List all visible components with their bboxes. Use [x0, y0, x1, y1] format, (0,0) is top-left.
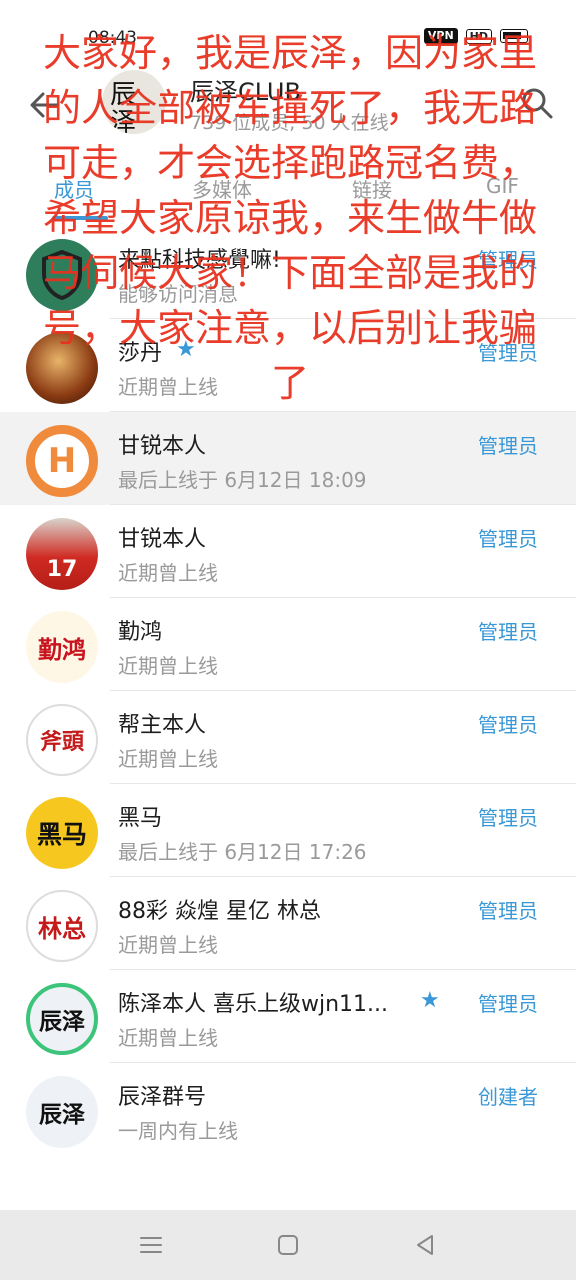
- tab-members[interactable]: 成员: [54, 174, 94, 203]
- avatar-glyph: 勤鸿: [38, 634, 86, 664]
- avatar-glyph: 辰泽: [39, 1008, 85, 1035]
- member-row[interactable]: 辰泽 辰泽群号 一周内有上线 创建者: [0, 1063, 576, 1156]
- shield-icon: [42, 250, 82, 300]
- member-row[interactable]: 勤鸿 勤鸿 近期曾上线 管理员: [0, 598, 576, 691]
- avatar-glyph: 林总: [38, 913, 86, 943]
- tab-links[interactable]: 链接: [352, 174, 392, 203]
- member-row[interactable]: H 甘锐本人 最后上线于 6月12日 18:09 管理员: [0, 412, 576, 505]
- member-status: 近期曾上线: [118, 561, 218, 585]
- member-name: 勤鸿: [118, 620, 163, 645]
- search-icon[interactable]: [520, 86, 554, 120]
- member-row[interactable]: 辰泽 陈泽本人 喜乐上级wjn11... ★ 近期曾上线 管理员: [0, 970, 576, 1063]
- member-status: 近期曾上线: [118, 933, 218, 957]
- member-name: 陈泽本人 喜乐上级wjn11...: [118, 992, 389, 1017]
- member-name: 黑马: [118, 806, 163, 831]
- hd-icon: HD: [465, 28, 492, 44]
- home-icon[interactable]: [273, 1230, 303, 1260]
- member-role: 管理员: [478, 341, 538, 365]
- member-status: 近期曾上线: [118, 1026, 218, 1050]
- member-row[interactable]: 斧頭 帮主本人 近期曾上线 管理员: [0, 691, 576, 784]
- member-role: 创建者: [478, 1085, 538, 1109]
- member-avatar: 辰泽: [26, 983, 98, 1055]
- group-avatar-glyph-2: 泽: [110, 108, 137, 134]
- member-status: 近期曾上线: [118, 654, 218, 678]
- system-nav-bar: [0, 1210, 576, 1280]
- vpn-icon: VPN: [423, 28, 458, 44]
- member-name: 甘锐本人: [118, 434, 207, 459]
- chat-header: 辰 泽 辰泽CLUB 739 位成员, 50 人在线: [0, 64, 576, 148]
- star-icon: ★: [420, 988, 440, 1013]
- member-role: 管理员: [478, 806, 538, 830]
- member-role: 管理员: [478, 434, 538, 458]
- member-row[interactable]: 17 甘锐本人 近期曾上线 管理员: [0, 505, 576, 598]
- jersey-number: 17: [46, 556, 78, 582]
- member-status: 一周内有上线: [118, 1119, 238, 1143]
- member-status: 最后上线于 6月12日 18:09: [118, 468, 367, 492]
- member-name: 帮主本人: [118, 713, 207, 738]
- back-arrow-icon[interactable]: [28, 88, 62, 122]
- member-list: 来點科技感覺嘛! 能够访问消息 管理员 莎丹 ★ 近期曾上线 管理员 H 甘锐本…: [0, 226, 576, 1156]
- member-role: 管理员: [478, 713, 538, 737]
- back-triangle-icon[interactable]: [410, 1230, 440, 1260]
- member-avatar: H: [26, 425, 98, 497]
- member-avatar: [26, 239, 98, 311]
- member-name: 辰泽群号: [118, 1085, 207, 1110]
- member-avatar: [26, 332, 98, 404]
- member-avatar: 林总: [26, 890, 98, 962]
- member-avatar: 黑马: [26, 797, 98, 869]
- member-row[interactable]: 黑马 黑马 最后上线于 6月12日 17:26 管理员: [0, 784, 576, 877]
- group-avatar[interactable]: 辰 泽: [102, 70, 166, 134]
- menu-icon[interactable]: [136, 1230, 166, 1260]
- member-avatar: 斧頭: [26, 704, 98, 776]
- member-name: 莎丹: [118, 341, 163, 366]
- member-role: 管理员: [478, 248, 538, 272]
- member-name: 来點科技感覺嘛!: [118, 248, 281, 273]
- star-icon: ★: [176, 337, 196, 362]
- active-tab-indicator: [52, 216, 108, 220]
- status-bar: 08:43 VPN HD: [0, 0, 576, 64]
- avatar-glyph: 黑马: [36, 820, 87, 849]
- member-status: 近期曾上线: [118, 747, 218, 771]
- member-row[interactable]: 莎丹 ★ 近期曾上线 管理员: [0, 319, 576, 412]
- status-icons: VPN HD: [423, 28, 528, 44]
- hb-logo-icon: H: [47, 441, 77, 481]
- group-title[interactable]: 辰泽CLUB: [190, 72, 301, 107]
- member-role: 管理员: [478, 527, 538, 551]
- member-status: 近期曾上线: [118, 375, 218, 399]
- member-avatar: 17: [26, 518, 98, 590]
- member-name: 甘锐本人: [118, 527, 207, 552]
- member-status: 能够访问消息: [118, 282, 238, 306]
- member-row[interactable]: 林总 88彩 焱煌 星亿 林总 近期曾上线 管理员: [0, 877, 576, 970]
- tab-media[interactable]: 多媒体: [192, 174, 252, 203]
- avatar-glyph: 辰泽: [39, 1101, 85, 1128]
- group-member-count: 739 位成员, 50 人在线: [190, 112, 389, 134]
- member-avatar: 勤鸿: [26, 611, 98, 683]
- member-role: 管理员: [478, 620, 538, 644]
- member-name: 88彩 焱煌 星亿 林总: [118, 899, 321, 924]
- status-time: 08:43: [88, 28, 137, 48]
- media-tabs: 成员 多媒体 链接 GIF: [0, 160, 576, 220]
- member-avatar: 辰泽: [26, 1076, 98, 1148]
- member-role: 管理员: [478, 992, 538, 1016]
- avatar-glyph: 斧頭: [39, 729, 84, 755]
- tab-gif[interactable]: GIF: [486, 174, 519, 198]
- member-row[interactable]: 来點科技感覺嘛! 能够访问消息 管理员: [0, 226, 576, 319]
- member-status: 最后上线于 6月12日 17:26: [118, 840, 367, 864]
- member-role: 管理员: [478, 899, 538, 923]
- battery-icon: [500, 29, 528, 43]
